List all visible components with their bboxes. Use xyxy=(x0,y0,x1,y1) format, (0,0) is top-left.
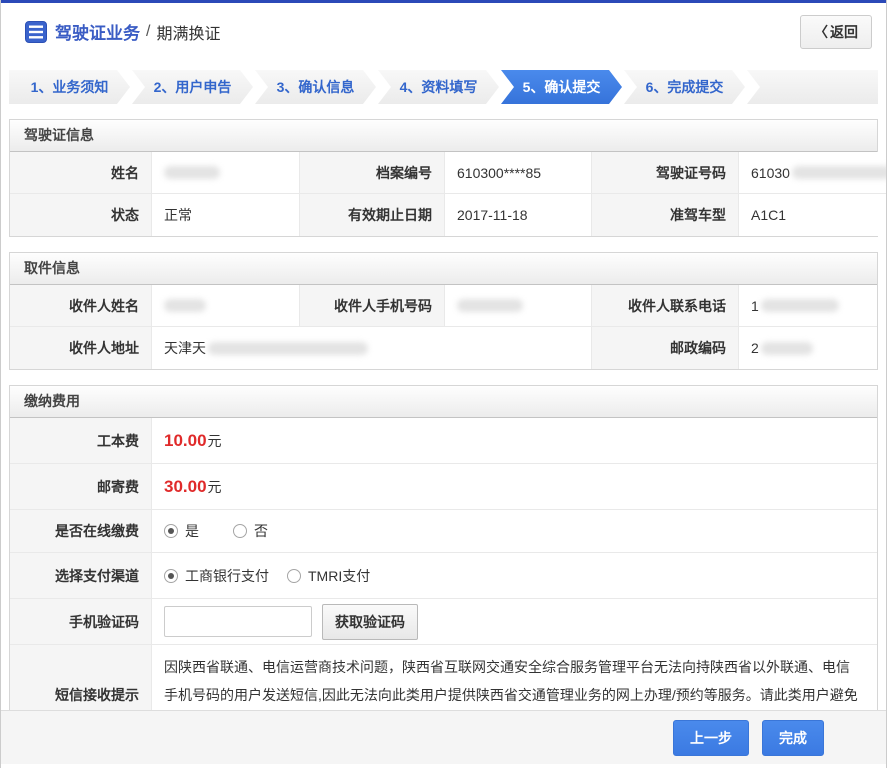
recipient-mobile-value xyxy=(445,285,592,327)
online-payment-options: 是 否 xyxy=(152,510,877,553)
recipient-phone-visible-part: 1 xyxy=(751,297,759,314)
name-label: 姓名 xyxy=(10,152,152,194)
license-info-table: 姓名 档案编号 610300****85 驾驶证号码 61030 状态 正常 有… xyxy=(10,152,886,236)
production-fee-label: 工本费 xyxy=(10,418,152,464)
postcode-value: 2 xyxy=(739,327,877,369)
expiry-label: 有效期止日期 xyxy=(300,194,445,236)
step-4-fill-data[interactable]: 4、资料填写 xyxy=(378,70,499,104)
redacted-recipient-name xyxy=(164,299,206,312)
expiry-value: 2017-11-18 xyxy=(445,194,592,236)
online-payment-label: 是否在线缴费 xyxy=(10,510,152,553)
postage-fee-amount: 30.00 xyxy=(164,476,207,496)
section-pickup-info: 取件信息 收件人姓名 收件人手机号码 收件人联系电话 1 收件人地址 天津天 邮… xyxy=(9,252,878,370)
section-title-license-info: 驾驶证信息 xyxy=(10,120,877,152)
status-label: 状态 xyxy=(10,194,152,236)
step-3-confirm-info[interactable]: 3、确认信息 xyxy=(255,70,376,104)
recipient-name-label: 收件人姓名 xyxy=(10,285,152,327)
step-1-business-notice[interactable]: 1、业务须知 xyxy=(9,70,130,104)
payment-channel-tmri-option[interactable]: TMRI支付 xyxy=(287,566,370,586)
online-payment-yes-option[interactable]: 是 xyxy=(164,521,199,541)
section-fees: 缴纳费用 工本费 10.00 元 邮寄费 30.00 元 是否在线缴费 是 否 选择… xyxy=(9,385,878,746)
get-sms-code-button[interactable]: 获取验证码 xyxy=(322,603,418,640)
step-6-complete-submit[interactable]: 6、完成提交 xyxy=(624,70,745,104)
online-payment-no-label: 否 xyxy=(254,523,268,539)
redacted-address xyxy=(208,341,368,355)
redacted-recipient-mobile xyxy=(457,299,523,312)
status-value: 正常 xyxy=(152,194,300,236)
fees-table: 工本费 10.00 元 邮寄费 30.00 元 是否在线缴费 是 否 选择支付渠道 … xyxy=(10,418,877,745)
sms-code-input[interactable] xyxy=(164,606,312,637)
payment-channel-options: 工商银行支付 TMRI支付 xyxy=(152,553,877,599)
radio-unchecked-icon[interactable] xyxy=(233,524,247,538)
radio-checked-icon[interactable] xyxy=(164,524,178,538)
payment-channel-label: 选择支付渠道 xyxy=(10,553,152,599)
chevron-left-icon: 〈 xyxy=(814,23,828,40)
currency-unit: 元 xyxy=(207,478,222,495)
radio-checked-icon[interactable] xyxy=(164,568,178,583)
radio-unchecked-icon[interactable] xyxy=(287,568,301,583)
redacted-license-no xyxy=(791,166,886,179)
recipient-name-value xyxy=(152,285,300,327)
vehicle-type-value: A1C1 xyxy=(739,194,886,236)
redacted-recipient-phone xyxy=(760,299,839,312)
production-fee-value: 10.00 元 xyxy=(152,418,877,464)
license-no-value: 61030 xyxy=(739,152,886,194)
name-value xyxy=(152,152,300,194)
sms-code-label: 手机验证码 xyxy=(10,599,152,645)
back-button[interactable]: 〈返回 xyxy=(800,14,872,49)
file-no-label: 档案编号 xyxy=(300,152,445,194)
back-button-label: 返回 xyxy=(830,23,858,40)
payment-channel-icbc-label: 工商银行支付 xyxy=(185,567,269,584)
pickup-info-table: 收件人姓名 收件人手机号码 收件人联系电话 1 收件人地址 天津天 邮政编码 2 xyxy=(10,285,877,369)
redacted-postcode xyxy=(760,341,813,355)
address-value: 天津天 xyxy=(152,327,592,369)
production-fee-amount: 10.00 xyxy=(164,430,207,450)
step-2-user-declaration[interactable]: 2、用户申告 xyxy=(132,70,253,104)
file-no-value: 610300****85 xyxy=(445,152,592,194)
address-visible-part: 天津天 xyxy=(164,340,206,356)
license-no-visible-part: 61030 xyxy=(751,164,790,181)
page: 驾驶证业务 / 期满换证 〈返回 1、业务须知 2、用户申告 3、确认信息 4、… xyxy=(0,0,887,768)
payment-channel-tmri-label: TMRI支付 xyxy=(308,567,371,584)
payment-channel-icbc-option[interactable]: 工商银行支付 xyxy=(164,566,269,586)
section-license-info: 驾驶证信息 姓名 档案编号 610300****85 驾驶证号码 61030 状… xyxy=(9,119,886,237)
finish-button[interactable]: 完成 xyxy=(762,719,824,756)
address-label: 收件人地址 xyxy=(10,327,152,369)
page-title: 驾驶证业务 xyxy=(55,24,140,43)
section-title-pickup-info: 取件信息 xyxy=(10,253,877,285)
page-header: 驾驶证业务 / 期满换证 〈返回 xyxy=(1,3,886,60)
step-ribbon-filler xyxy=(747,70,878,104)
step-5-confirm-submit[interactable]: 5、确认提交 xyxy=(501,70,622,104)
redacted-name xyxy=(164,166,220,179)
postage-fee-label: 邮寄费 xyxy=(10,464,152,510)
postcode-visible-part: 2 xyxy=(751,340,759,356)
postcode-label: 邮政编码 xyxy=(592,327,739,369)
vehicle-type-label: 准驾车型 xyxy=(592,194,739,236)
postage-fee-value: 30.00 元 xyxy=(152,464,877,510)
sms-code-row: 获取验证码 xyxy=(152,599,877,645)
recipient-mobile-label: 收件人手机号码 xyxy=(300,285,445,327)
license-no-label: 驾驶证号码 xyxy=(592,152,739,194)
recipient-phone-label: 收件人联系电话 xyxy=(592,285,739,327)
online-payment-yes-label: 是 xyxy=(185,523,199,539)
section-title-fees: 缴纳费用 xyxy=(10,386,877,418)
currency-unit: 元 xyxy=(207,432,222,449)
document-list-icon xyxy=(25,20,47,43)
breadcrumb-current: 期满换证 xyxy=(156,25,221,43)
recipient-phone-value: 1 xyxy=(739,285,877,327)
online-payment-no-option[interactable]: 否 xyxy=(233,521,268,541)
footer-action-bar: 上一步 完成 xyxy=(1,710,886,764)
wizard-steps: 1、业务须知 2、用户申告 3、确认信息 4、资料填写 5、确认提交 6、完成提… xyxy=(9,70,878,104)
previous-step-button[interactable]: 上一步 xyxy=(673,719,749,756)
breadcrumb-separator: / xyxy=(146,22,151,40)
